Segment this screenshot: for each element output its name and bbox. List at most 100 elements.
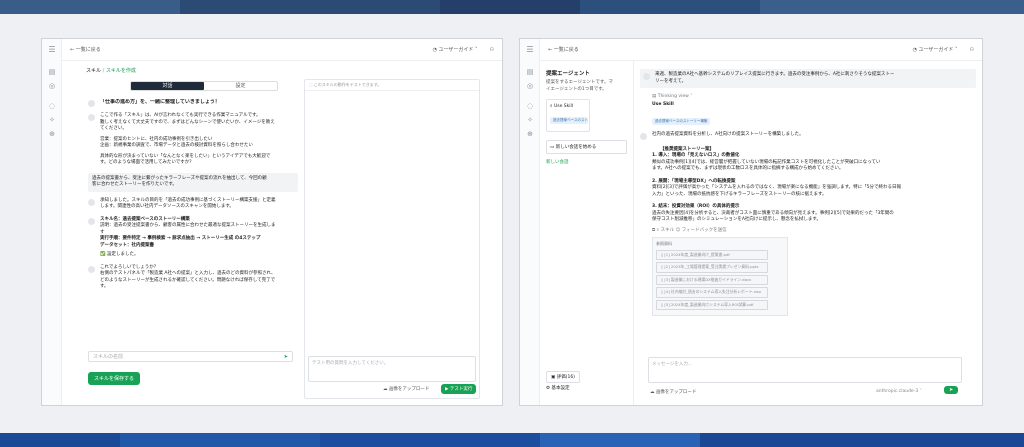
msg-line: 来週、製造業のA社へ基幹システムのリプレイス提案に行きます。過去の受注事例から、… (655, 72, 895, 77)
eval-button[interactable]: ▣ 評価(16) (546, 371, 580, 383)
test-input[interactable]: テスト用の質問を入力してください。 (308, 356, 476, 382)
tab-dialog[interactable]: 対話 (131, 82, 204, 90)
references-box: 参照資料 ▯ [1] 2024年度_製造業向け_提案書.pdf ▯ [2] 20… (652, 237, 788, 316)
thinking-label: Thinking view ˅ (657, 94, 693, 99)
assistant-avatar (88, 198, 95, 206)
feedback-icon: ☺ (675, 227, 681, 233)
settings-link[interactable]: ⚙ 基本設定 (546, 385, 569, 391)
check-row: ✅ 設定しました。 (100, 252, 276, 259)
skill-name-field[interactable]: スキルの名前 ➤ (88, 351, 293, 362)
agent-chat-window: ☰ ▤ ◎ ◌ ✧ ⊕ ← 一覧に戻る ◔ ユーザーガイド ˅ ⚇ 提案エージェ… (519, 38, 983, 406)
reference-file[interactable]: ▯ [5] 2024年度_製造業向けシステム導入ROI試算.pdf (656, 299, 768, 310)
new-chat-label: 新しい会話を始める (555, 145, 597, 150)
msg-line: 客に合わせたストーリーを作りたいです。 (92, 182, 177, 187)
assistant-avatar (88, 100, 95, 107)
test-panel: ◌ このスキルの動作をテストできます。 テスト用の質問を入力してください。 ☁ … (304, 79, 480, 399)
upload-icon: ☁ (383, 387, 388, 392)
agent-icon[interactable]: ◎ (520, 82, 540, 90)
message-text: スキル名：過去提案ベースのストーリー構築 説明：過去の受注提案書から、顧客の属性… (100, 217, 276, 259)
message-placeholder: メッセージを入力... (652, 362, 693, 367)
file-icon: ▯ (661, 301, 664, 307)
chat-bubble-icon: ▭ (550, 145, 555, 150)
search-icon[interactable]: ⊕ (520, 130, 540, 138)
message-input[interactable]: メッセージを入力... (648, 357, 962, 383)
skill-action-icon: ⌕ (656, 227, 660, 233)
reference-file[interactable]: ▯ [4] 社内検討_過去のシステム導入失注分析レポート.xlsx (656, 287, 768, 298)
home-icon[interactable]: ▤ (520, 68, 540, 76)
user-message: 来週、製造業のA社へ基幹システムのリプレイス提案に行きます。過去の受注事例から、… (640, 69, 976, 88)
reference-file[interactable]: ▯ [3] 製造業における現場DX推進ガイドライン.docx (656, 274, 768, 285)
skill-icon[interactable]: ✧ (42, 116, 62, 124)
tab-bar: 対話 設定 (130, 81, 278, 91)
chat-icon[interactable]: ◌ (42, 102, 62, 110)
user-icon[interactable]: ⚇ (490, 47, 494, 53)
top-band (0, 0, 1024, 14)
copy-icon[interactable]: ⧉ (652, 228, 655, 233)
new-chat-link[interactable]: 新しい会話 (546, 159, 627, 165)
back-link[interactable]: ← 一覧に戻る (70, 46, 433, 53)
answer-intro: 社内の過去提案資料を分析し、A社向けの提案ストーリーを構築しました。 (652, 132, 804, 137)
user-guide-label: ユーザーガイド ˅ (438, 47, 478, 53)
user-guide-menu[interactable]: ◔ ユーザーガイド ˅ (913, 46, 958, 53)
user-icon[interactable]: ⚇ (970, 47, 974, 53)
use-skill-label: Use Skill (652, 102, 674, 107)
message-text: 承知しました。スキルの目的を「過去の成功事例に基づくストーリー構築支援」と定義 … (100, 198, 276, 211)
msg-line: 右側のテストパネルで「製造業 A社への提案」と入力し、過去のどの資料が参照され、 (100, 271, 276, 276)
breadcrumb-root[interactable]: スキル (86, 68, 101, 74)
reference-file[interactable]: ▯ [2] 2023年_工場管理提案_受注実績プレゼン資料.pptx (656, 262, 768, 273)
send-button[interactable]: ➤ (944, 386, 959, 394)
tab-dialog-label: 対話 (162, 83, 173, 89)
agent-desc-line: イエージェントの1つ目です。 (546, 86, 607, 92)
breadcrumb: スキル / スキルを作成 (86, 67, 136, 74)
header: ← 一覧に戻る ◔ ユーザーガイド ˅ ⚇ (62, 39, 502, 61)
message: 承知しました。スキルの目的を「過去の成功事例に基づくストーリー構築支援」と定義 … (88, 198, 298, 211)
reference-file-name: [1] 2024年度_製造業向け_提案書.pdf (664, 251, 730, 257)
skill-editor-window: ☰ ▤ ◎ ◌ ✧ ⊕ ← 一覧に戻る ◔ ユーザーガイド ˅ ⚇ スキル / … (41, 38, 503, 406)
agent-panel: 提案エージェント 提案をするエージェントです。マ イエージェントの1つ目です。 … (540, 61, 634, 405)
thinking-toggle[interactable]: ▤ Thinking view ˅ (652, 94, 976, 99)
skill-icon[interactable]: ✧ (520, 116, 540, 124)
send-icon[interactable]: ➤ (284, 352, 288, 362)
test-input-placeholder: テスト用の質問を入力してください。 (312, 361, 389, 366)
tab-settings[interactable]: 設定 (204, 82, 277, 90)
use-skill-block: Use Skill 過去提案ベースのストーリー構築 (652, 102, 976, 126)
eval-icon: ▣ (551, 375, 556, 380)
upload-label: 画像をアップロード (655, 390, 697, 395)
user-guide-menu[interactable]: ◔ ユーザーガイド ˅ (433, 46, 478, 53)
feedback-action[interactable]: ☺ フィードバックを送信 (676, 228, 727, 233)
user-avatar (643, 73, 650, 80)
chat-area: 来週、製造業のA社へ基幹システムのリプレイス提案に行きます。過去の受注事例から、… (640, 69, 976, 339)
new-chat-button[interactable]: ▭ 新しい会話を始める (546, 140, 627, 154)
model-select[interactable]: anthropic.claude-3 ˅ (876, 389, 922, 394)
message-text: これでよろしいでしょうか？ 右側のテストパネルで「製造業 A社への提案」と入力し… (100, 265, 276, 291)
run-test-button[interactable]: ▶ テスト実行 (441, 384, 477, 394)
message-text: 来週、製造業のA社へ基幹システムのリプレイス提案に行きます。過去の受注事例から、… (655, 72, 894, 85)
conversation: 「仕事の進め方」を、一緒に整理していきましょう！ ここで作る「スキル」は、AIが… (88, 99, 298, 329)
save-skill-button[interactable]: スキルを保存する (88, 372, 141, 385)
agent-icon[interactable]: ◎ (42, 82, 62, 90)
skill-name-placeholder: スキルの名前 (93, 354, 124, 360)
upload-image-button[interactable]: ☁ 画像をアップロード (383, 386, 429, 392)
agent-skill-label: ⌕ Use Skill (550, 103, 586, 109)
upload-image-button[interactable]: ☁ 画像をアップロード (650, 389, 696, 395)
msg-line: 実行手順：要件特定 → 事例検索 → 訴求点抽出 → ストーリー生成 の4ステッ… (100, 236, 261, 241)
search-icon[interactable]: ⊕ (42, 130, 62, 138)
skill-action[interactable]: ⌕ スキル (657, 228, 674, 233)
skill-action-label: スキル (660, 227, 675, 233)
answer-body: 社内の過去提案資料を分析し、A社向けの提案ストーリーを構築しました。 【推奨提案… (652, 132, 970, 316)
model-label: anthropic.claude-3 ˅ (876, 389, 922, 394)
user-message: 過去の提案書から、受注に繋がったキラーフレーズや提案の流れを抽出して、今回の顧 … (88, 172, 298, 192)
menu-icon[interactable]: ☰ (42, 45, 62, 54)
reference-file[interactable]: ▯ [1] 2024年度_製造業向け_提案書.pdf (656, 249, 768, 260)
menu-icon[interactable]: ☰ (520, 45, 540, 54)
back-link[interactable]: ← 一覧に戻る (548, 46, 913, 53)
section-line: ます。A社への提案でも、まずは現状の工数ロスを具体的に指摘する構成から始めてくだ… (652, 166, 844, 171)
msg-line: します。関連性の高い社内データソースのスキャンを開始します。 (100, 204, 234, 209)
breadcrumb-sep: / (102, 68, 105, 74)
chat-icon[interactable]: ◌ (520, 102, 540, 110)
file-icon: ▯ (661, 251, 664, 257)
msg-line: 企画：新規事業の調査で、市場データと過去の検討資料を照らし合わせたい (100, 143, 253, 148)
message: ここで作る「スキル」は、AIが言われなくても実行できる作業マニュアルです。 難し… (88, 113, 298, 167)
assistant-avatar (88, 217, 95, 225)
home-icon[interactable]: ▤ (42, 68, 62, 76)
